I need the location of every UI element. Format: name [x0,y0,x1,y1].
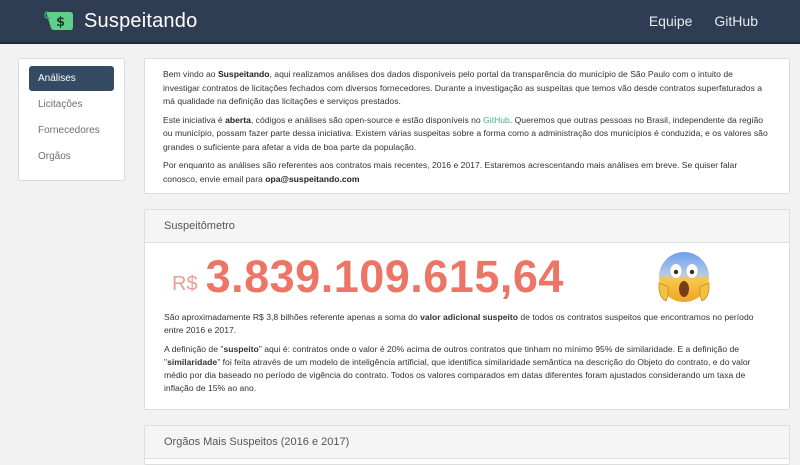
intro-text: Este iniciativa é [163,114,226,125]
suspeitometro-paragraph-1: São aproximadamente R$ 3,8 bilhões refer… [164,311,770,337]
svg-text:$: $ [56,15,65,30]
suspect-amount: 3.839.109.615,64 [205,251,564,302]
face-screaming-in-fear-icon [656,249,712,305]
contact-email[interactable]: opa@suspeitando.com [265,174,359,184]
orgaos-title: Orgãos Mais Suspeitos (2016 e 2017) [145,426,789,459]
nav-link-github[interactable]: GitHub [714,13,758,29]
sidebar-item-analises[interactable]: Análises [29,66,114,91]
sidebar-item-fornecedores[interactable]: Fornecedores [29,118,114,143]
currency-label: R$ [172,272,198,295]
meter-bold: valor adicional suspeito [420,312,518,322]
sidebar: Análises Licitações Fornecedores Orgãos [18,58,125,181]
suspeitometro-title: Suspeitômetro [145,210,789,243]
nav-link-equipe[interactable]: Equipe [649,13,693,29]
intro-brand-bold: Suspeitando [217,69,270,79]
meter-bold: similaridade [167,357,218,367]
intro-paragraph-3: Por enquanto as análises são referentes … [163,159,771,186]
navbar: $ Suspeitando Equipe GitHub [0,0,800,44]
brand-name: Suspeitando [84,9,198,32]
intro-paragraph-1: Bem vindo ao Suspeitando, aqui realizamo… [163,68,771,109]
meter-text: A definição de " [164,344,224,354]
suspeitometro-value-row: R$ 3.839.109.615,64 [164,243,770,311]
meter-text: São aproximadamente R$ 3,8 bilhões refer… [164,312,421,322]
intro-text: , códigos e análises são open-source e e… [250,114,484,125]
intro-paragraph-2: Este iniciativa é aberta, códigos e anál… [163,114,771,155]
dollar-ticket-icon: $ [44,9,76,33]
meter-text: " foi feita através de um modelo de inte… [164,357,751,393]
meter-bold: suspeito [223,344,259,354]
intro-panel: Bem vindo ao Suspeitando, aqui realizamo… [144,58,790,194]
sidebar-item-orgaos[interactable]: Orgãos [29,144,114,169]
intro-open-bold: aberta [225,114,251,125]
orgaos-panel: Orgãos Mais Suspeitos (2016 e 2017) [144,425,790,465]
suspeitometro-body: R$ 3.839.109.615,64 São aproximadamente … [145,243,789,395]
intro-text: Por enquanto as análises são referentes … [163,160,738,184]
nav-links: Equipe GitHub [649,13,758,29]
github-link[interactable]: GitHub [483,115,510,125]
brand-link[interactable]: $ Suspeitando [44,9,197,33]
suspeitometro-panel: Suspeitômetro R$ 3.839.109.615,64 São ap… [144,209,790,410]
intro-text: Bem vindo ao [163,69,218,79]
suspeitometro-paragraph-2: A definição de "suspeito" aqui é: contra… [164,343,770,395]
sidebar-item-licitacoes[interactable]: Licitações [29,92,114,117]
